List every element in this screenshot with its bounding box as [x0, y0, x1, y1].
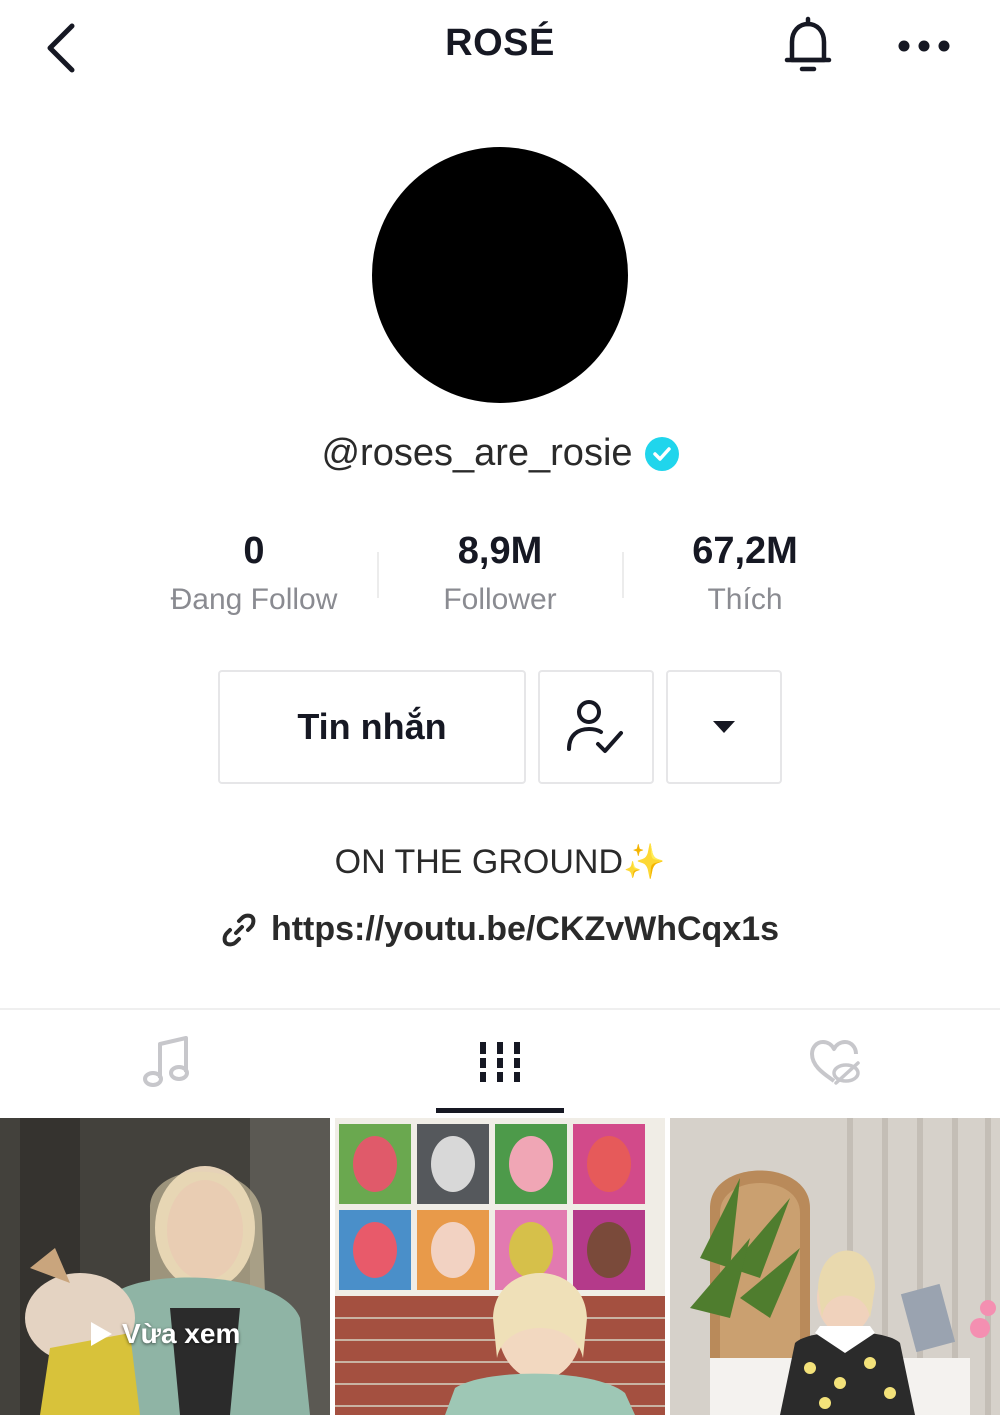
stat-followers[interactable]: 8,9M Follower — [375, 530, 625, 617]
tab-videos[interactable] — [333, 1012, 667, 1112]
stat-following-label: Đang Follow — [170, 583, 338, 616]
tab-music[interactable] — [0, 1012, 333, 1112]
following-button[interactable] — [538, 670, 654, 784]
caret-down-icon — [713, 721, 735, 733]
stat-likes-value: 67,2M — [692, 530, 798, 572]
message-button[interactable]: Tin nhắn — [218, 670, 526, 784]
more-options-button[interactable] — [892, 14, 956, 78]
videos-grid-icon — [480, 1042, 520, 1082]
recently-watched-label: Vừa xem — [122, 1318, 241, 1349]
verified-check-icon — [644, 436, 679, 471]
back-button[interactable] — [30, 16, 94, 80]
user-check-icon — [567, 700, 623, 753]
page-title: ROSÉ — [445, 22, 555, 64]
recently-watched-badge: Vừa xem — [88, 1318, 240, 1350]
video-thumbnail-image — [335, 1118, 665, 1415]
stat-following[interactable]: 0 Đang Follow — [129, 530, 379, 617]
stat-likes-label: Thích — [707, 583, 783, 616]
video-thumbnail-3[interactable] — [670, 1118, 1000, 1415]
more-actions-button[interactable] — [666, 670, 782, 784]
video-thumbnail-1[interactable] — [0, 1118, 330, 1415]
stat-following-value: 0 — [243, 530, 265, 572]
sparkles-emoji: ✨ — [623, 843, 666, 881]
music-note-icon — [142, 1036, 189, 1087]
stat-followers-label: Follower — [443, 583, 557, 616]
liked-hidden-icon — [809, 1040, 860, 1085]
notification-bell-button[interactable] — [776, 14, 840, 78]
active-tab-indicator — [436, 1108, 564, 1113]
bell-icon — [784, 16, 832, 72]
video-thumbnail-image — [0, 1118, 330, 1415]
tabs-divider — [0, 1008, 1000, 1010]
bio-text: ON THE GROUND — [334, 843, 624, 881]
bio-link-row[interactable]: https://youtu.be/CKZvWhCqx1s — [0, 910, 1000, 949]
more-horizontal-icon — [898, 40, 950, 52]
link-icon — [222, 913, 256, 946]
bio: ON THE GROUND✨ — [0, 842, 1000, 882]
avatar[interactable] — [372, 147, 628, 403]
play-icon — [91, 1322, 112, 1346]
bio-link[interactable]: https://youtu.be/CKZvWhCqx1s — [271, 910, 779, 949]
tab-liked[interactable] — [667, 1012, 1000, 1112]
stat-followers-value: 8,9M — [457, 530, 543, 572]
stat-likes[interactable]: 67,2M Thích — [620, 530, 870, 617]
chevron-left-icon — [47, 23, 75, 73]
video-thumbnail-2[interactable] — [335, 1118, 665, 1415]
video-thumbnail-image — [670, 1118, 1000, 1415]
username: @roses_are_rosie — [321, 432, 633, 474]
username-row: @roses_are_rosie — [0, 432, 1000, 475]
